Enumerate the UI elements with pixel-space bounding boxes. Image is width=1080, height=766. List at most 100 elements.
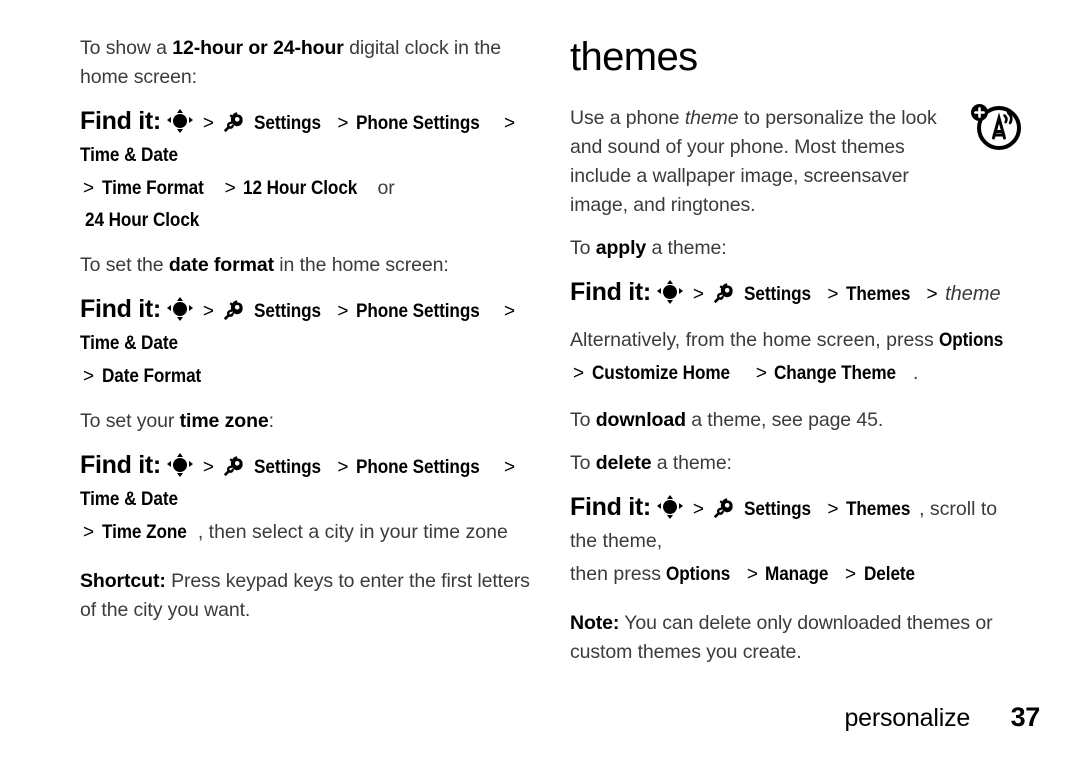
- menu-12-hour-clock: 12 Hour Clock: [243, 177, 358, 199]
- menu-settings: Settings: [743, 283, 811, 305]
- path-separator: >: [224, 178, 236, 199]
- shortcut-label: Shortcut:: [80, 570, 166, 592]
- menu-change-theme: Change Theme: [774, 362, 897, 384]
- findit-dateformat-continued: > Date Format: [80, 361, 530, 393]
- manual-page: To show a 12-hour or 24-hour digital clo…: [0, 0, 1080, 766]
- apply-intro-suffix: a theme:: [646, 237, 727, 259]
- findit-label: Find it:: [80, 295, 161, 323]
- paragraph-dateformat-intro: To set the date format in the home scree…: [80, 251, 530, 280]
- download-suffix: a theme, see page 45.: [685, 409, 884, 431]
- menu-options: Options: [666, 563, 731, 585]
- clock-intro-prefix: To show a: [80, 37, 173, 59]
- navigation-key-icon: [167, 297, 194, 321]
- findit-label: Find it:: [570, 278, 651, 306]
- settings-gear-wrench-icon: [712, 496, 736, 520]
- menu-themes: Themes: [845, 498, 911, 520]
- path-separator: >: [337, 457, 349, 478]
- clock-intro-bold: 12-hour or 24-hour: [172, 37, 344, 59]
- delete-intro-prefix: To: [570, 452, 596, 474]
- path-separator: >: [83, 366, 95, 387]
- menu-delete: Delete: [863, 563, 915, 585]
- alternatively-continued: > Customize Home > Change Theme.: [570, 358, 1020, 390]
- menu-options: Options: [939, 329, 1004, 351]
- path-separator: >: [337, 301, 349, 322]
- navigation-key-icon: [167, 453, 194, 477]
- menu-time-date: Time & Date: [80, 332, 178, 354]
- alternatively-text: Alternatively, from the home screen, pre…: [570, 329, 940, 351]
- menu-theme-placeholder: theme: [945, 283, 1001, 305]
- alternatively-period: .: [912, 362, 919, 384]
- path-separator: >: [83, 178, 95, 199]
- antenna-tower-plus-icon: [968, 100, 1024, 152]
- menu-settings: Settings: [253, 300, 321, 322]
- menu-24-hour-clock: 24 Hour Clock: [85, 209, 200, 231]
- findit-dateformat: Find it: > Settings > Phone Settings > T…: [80, 294, 530, 393]
- path-separator: >: [692, 284, 704, 305]
- path-separator: >: [202, 113, 214, 134]
- menu-date-format: Date Format: [101, 365, 201, 387]
- alternatively-block: Alternatively, from the home screen, pre…: [570, 325, 1020, 390]
- paragraph-note: Note: You can delete only downloaded the…: [570, 609, 1020, 667]
- paragraph-clock-intro: To show a 12-hour or 24-hour digital clo…: [80, 34, 530, 92]
- paragraph-apply-intro: To apply a theme:: [570, 234, 1020, 263]
- findit-apply-theme: Find it: > Settings > Themes > theme: [570, 277, 1020, 311]
- apply-intro-bold: apply: [595, 237, 647, 259]
- findit-timezone-continued: > Time Zone , then select a city in your …: [80, 517, 530, 549]
- note-text: You can delete only downloaded themes or…: [570, 612, 993, 663]
- page-footer: personalize 37: [0, 702, 1080, 736]
- findit-clock: Find it: > Settings > Phone Settings > T…: [80, 106, 530, 237]
- navigation-key-icon: [657, 495, 684, 519]
- settings-gear-wrench-icon: [712, 281, 736, 305]
- path-separator: >: [202, 457, 214, 478]
- path-separator: >: [337, 113, 349, 134]
- timezone-trailing-text: , then select a city in your time zone: [197, 521, 508, 543]
- menu-settings: Settings: [253, 456, 321, 478]
- then-press-text: then press: [570, 563, 667, 585]
- menu-settings: Settings: [743, 498, 811, 520]
- download-prefix: To: [570, 409, 596, 431]
- findit-delete-continued: then press Options > Manage > Delete: [570, 559, 1020, 591]
- paragraph-shortcut: Shortcut: Press keypad keys to enter the…: [80, 567, 530, 625]
- page-title: themes: [570, 35, 698, 79]
- right-column: themes Use a phone theme to personalize …: [570, 34, 1020, 681]
- path-separator: >: [573, 363, 585, 384]
- paragraph-delete-intro: To delete a theme:: [570, 449, 1020, 478]
- settings-gear-wrench-icon: [222, 454, 246, 478]
- left-column: To show a 12-hour or 24-hour digital clo…: [80, 34, 530, 639]
- path-separator: >: [503, 301, 516, 322]
- menu-phone-settings: Phone Settings: [355, 300, 480, 322]
- paragraph-download-note: To download a theme, see page 45.: [570, 406, 1020, 435]
- path-separator: >: [926, 284, 938, 305]
- timezone-intro-suffix: :: [268, 410, 274, 432]
- paragraph-themes-intro: Use a phone theme to personalize the loo…: [570, 104, 970, 220]
- menu-phone-settings: Phone Settings: [355, 112, 480, 134]
- delete-intro-suffix: a theme:: [651, 452, 732, 474]
- path-separator: >: [746, 564, 759, 585]
- or-word: or: [377, 177, 395, 199]
- menu-themes: Themes: [845, 283, 911, 305]
- findit-clock-continued: > Time Format > 12 Hour Clock or 24 Hour…: [80, 173, 530, 237]
- dateformat-intro-suffix: in the home screen:: [273, 254, 449, 276]
- dateformat-intro-bold: date format: [168, 254, 274, 276]
- note-label: Note:: [570, 612, 620, 634]
- findit-timezone: Find it: > Settings > Phone Settings > T…: [80, 450, 530, 549]
- menu-time-zone: Time Zone: [101, 521, 187, 543]
- footer-page-number: 37: [1010, 702, 1041, 732]
- path-separator: >: [827, 499, 839, 520]
- findit-label: Find it:: [80, 107, 161, 135]
- path-separator: >: [827, 284, 839, 305]
- path-separator: >: [503, 113, 516, 134]
- menu-manage: Manage: [765, 563, 829, 585]
- findit-label: Find it:: [570, 493, 651, 521]
- path-separator: >: [755, 363, 767, 384]
- path-separator: >: [692, 499, 704, 520]
- apply-intro-prefix: To: [570, 237, 596, 259]
- navigation-key-icon: [167, 109, 194, 133]
- menu-time-date: Time & Date: [80, 144, 178, 166]
- settings-gear-wrench-icon: [222, 298, 246, 322]
- menu-settings: Settings: [253, 112, 321, 134]
- navigation-key-icon: [657, 280, 684, 304]
- settings-gear-wrench-icon: [222, 110, 246, 134]
- menu-phone-settings: Phone Settings: [355, 456, 480, 478]
- footer-chapter-name: personalize: [844, 704, 971, 732]
